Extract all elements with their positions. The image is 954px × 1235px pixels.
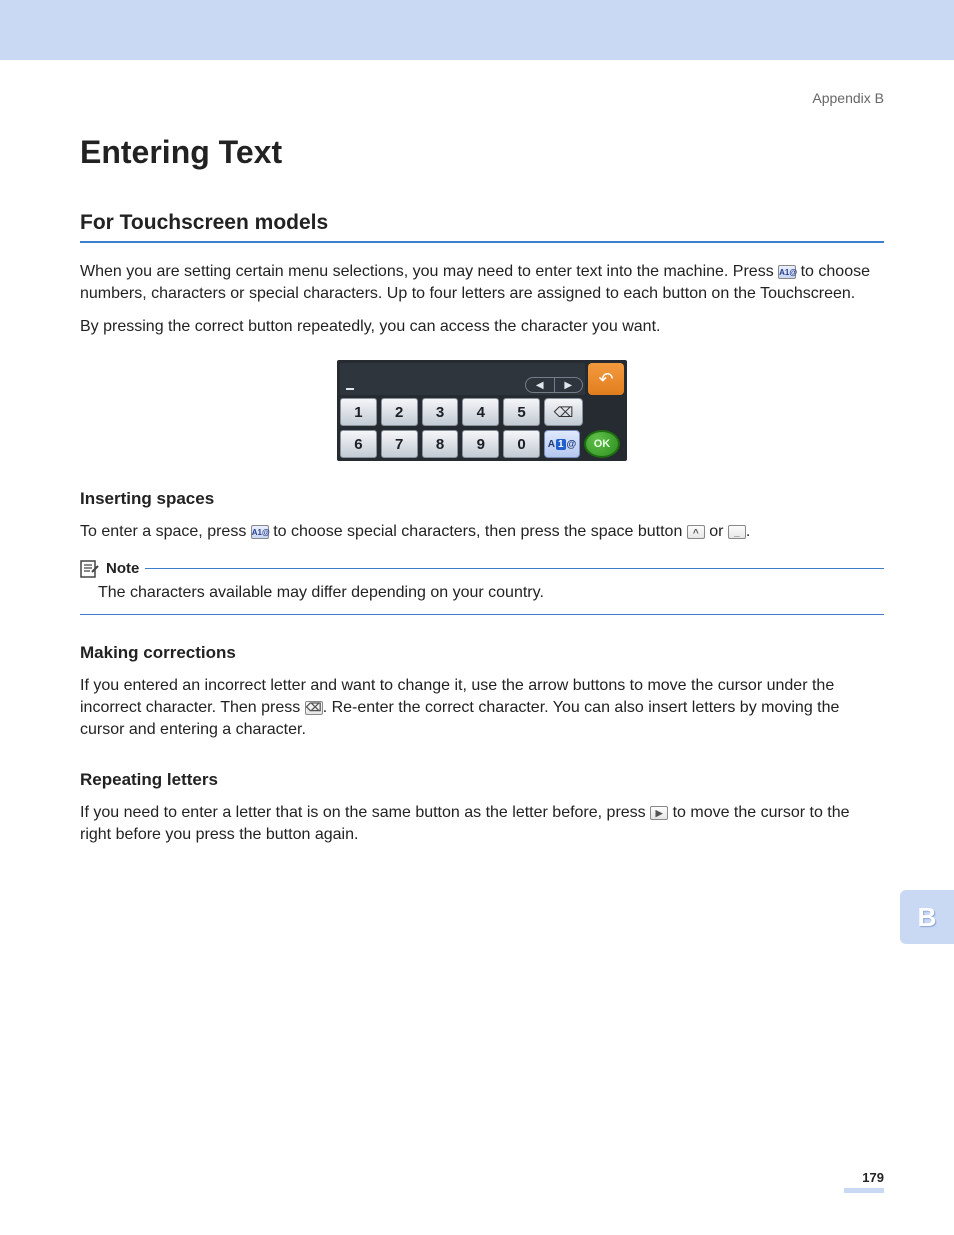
kbd-cursor-arrows: ◀ ▶ [525,377,583,393]
kbd-key-6: 6 [340,430,377,458]
kbd-arrow-right: ▶ [555,378,583,392]
kbd-text-display: ◀ ▶ [340,363,585,395]
section-heading-touchscreen: For Touchscreen models [80,211,884,235]
kbd-mode-button: A1@ [544,430,580,458]
text: If you need to enter a letter that is on… [80,804,650,821]
subheading-making-corrections: Making corrections [80,643,884,663]
subheading-inserting-spaces: Inserting spaces [80,489,884,509]
kbd-key-3: 3 [422,398,459,426]
text: or [705,523,728,540]
page-title: Entering Text [80,134,884,171]
section-rule [80,241,884,243]
making-corrections-paragraph: If you entered an incorrect letter and w… [80,675,884,742]
note-box: Note The characters available may differ… [80,560,884,615]
intro-paragraph-2: By pressing the correct button repeatedl… [80,316,884,338]
repeating-letters-paragraph: If you need to enter a letter that is on… [80,802,884,847]
space-button-icon-1 [687,525,705,539]
subheading-repeating-letters: Repeating letters [80,770,884,790]
kbd-mode-1-highlight: 1 [556,439,566,450]
kbd-number-keys: 1 2 3 4 5 6 7 8 9 0 [340,398,540,458]
page-content: Appendix B Entering Text For Touchscreen… [0,60,954,897]
note-rule-bottom [80,614,884,615]
kbd-backspace-button: ⌫ [544,398,583,426]
text: to choose special characters, then press… [269,523,687,540]
touchscreen-keyboard-figure: ◀ ▶ ↶ 1 2 3 4 5 6 7 8 9 0 ⌫ [337,360,627,461]
intro-paragraph-1: When you are setting certain menu select… [80,261,884,306]
kbd-key-7: 7 [381,430,418,458]
kbd-return-button: ↶ [588,363,624,395]
note-body: The characters available may differ depe… [80,578,884,608]
kbd-key-2: 2 [381,398,418,426]
header-label: Appendix B [80,90,884,106]
cursor-right-icon [650,806,668,820]
mode-switch-icon: A1@ [251,525,269,539]
section-index-tab: B [900,890,954,944]
page-number: 179 [862,1170,884,1185]
kbd-mode-at: @ [567,439,577,450]
page-number-accent [844,1188,884,1193]
mode-switch-icon: A1@ [778,265,796,279]
note-rule-top [145,568,884,569]
backspace-icon [305,701,323,715]
kbd-cursor [346,388,354,390]
text: . [746,523,750,540]
text: To enter a space, press [80,523,251,540]
kbd-arrow-left: ◀ [526,378,555,392]
kbd-ok-button: OK [584,430,620,458]
kbd-key-5: 5 [503,398,540,426]
kbd-key-9: 9 [462,430,499,458]
kbd-key-1: 1 [340,398,377,426]
kbd-key-8: 8 [422,430,459,458]
kbd-key-4: 4 [462,398,499,426]
kbd-mode-a: A [548,439,555,450]
note-icon [80,560,100,578]
inserting-spaces-paragraph: To enter a space, press A1@ to choose sp… [80,521,884,543]
text: When you are setting certain menu select… [80,263,778,280]
top-color-band [0,0,954,60]
kbd-key-0: 0 [503,430,540,458]
space-button-icon-2 [728,525,746,539]
note-label: Note [106,560,139,577]
